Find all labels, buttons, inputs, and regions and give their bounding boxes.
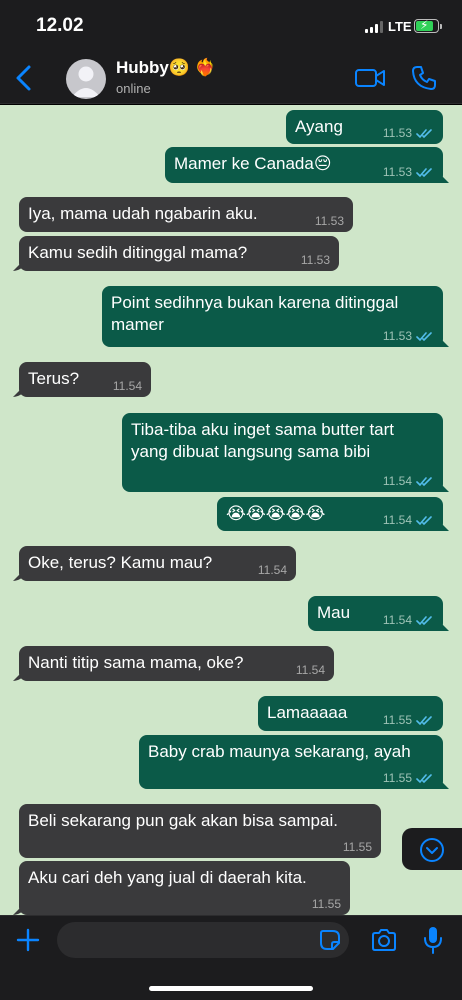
message-text: Oke, terus? Kamu mau?: [28, 553, 213, 572]
message-time: 11.53: [382, 329, 412, 343]
message-text: Mau: [317, 603, 351, 622]
camera-icon: [372, 929, 396, 951]
message-text: Kamu sedih ditinggal mama?: [28, 243, 248, 262]
read-receipt-icon: [416, 715, 432, 725]
message-time: 11.54: [382, 613, 412, 627]
attach-button[interactable]: [14, 926, 42, 954]
message-bubble-outgoing[interactable]: Ayang 11.53: [286, 110, 443, 144]
phone-icon: [412, 66, 436, 90]
message-composer: [0, 915, 462, 1000]
message-time: 11.54: [295, 663, 325, 677]
camera-button[interactable]: [370, 927, 398, 953]
plus-icon: [16, 928, 40, 952]
message-meta: 11.55: [312, 897, 341, 911]
message-bubble-incoming[interactable]: Terus? 11.54: [19, 362, 151, 397]
chat-area[interactable]: Ayang 11.53 Mamer ke Canada😔 11.53 Iya, …: [0, 105, 462, 915]
back-button[interactable]: [10, 60, 40, 96]
message-bubble-incoming[interactable]: Kamu sedih ditinggal mama? 11.53: [19, 236, 339, 271]
message-time: 11.55: [342, 840, 372, 854]
signal-strength-icon: [365, 21, 383, 33]
message-text: Point sedihnya bukan karena ditinggal ma…: [111, 293, 399, 334]
message-meta: 11.54: [383, 613, 434, 627]
message-text: Mamer ke Canada😔: [174, 154, 332, 173]
person-icon: [72, 66, 100, 97]
message-bubble-outgoing[interactable]: Lamaaaaa 11.55: [258, 696, 443, 731]
microphone-button[interactable]: [422, 925, 444, 955]
message-text: Nanti titip sama mama, oke?: [28, 653, 244, 672]
message-time: 11.54: [112, 379, 142, 393]
message-bubble-incoming[interactable]: Beli sekarang pun gak akan bisa sampai. …: [19, 804, 381, 858]
message-bubble-outgoing[interactable]: 😭😭😭😭😭 11.54: [217, 497, 443, 531]
contact-status: online: [116, 81, 151, 96]
read-receipt-icon: [416, 128, 432, 138]
message-text: Baby crab maunya sekarang, ayah: [148, 742, 411, 761]
message-text: Lamaaaaa: [267, 703, 348, 722]
message-time: 11.54: [382, 513, 412, 527]
sticker-icon: [320, 930, 340, 950]
contact-name[interactable]: Hubby🥺 ❤️‍🔥: [116, 58, 216, 78]
message-meta: 11.54: [113, 379, 142, 393]
sticker-button[interactable]: [319, 929, 341, 951]
message-bubble-outgoing[interactable]: Point sedihnya bukan karena ditinggal ma…: [102, 286, 443, 347]
message-meta: 11.55: [383, 771, 434, 785]
message-bubble-outgoing[interactable]: Mamer ke Canada😔 11.53: [165, 147, 443, 183]
video-camera-icon: [355, 69, 385, 87]
message-meta: 11.53: [383, 165, 434, 179]
message-meta: 11.54: [296, 663, 325, 677]
home-indicator: [149, 986, 313, 991]
battery-icon: ⚡: [414, 18, 439, 33]
message-time: 11.54: [257, 563, 287, 577]
microphone-icon: [424, 927, 442, 954]
message-meta: 11.54: [258, 563, 287, 577]
video-call-button[interactable]: [354, 64, 386, 92]
message-bubble-outgoing[interactable]: Baby crab maunya sekarang, ayah 11.55: [139, 735, 443, 789]
message-meta: 11.55: [383, 713, 434, 727]
read-receipt-icon: [416, 515, 432, 525]
avatar[interactable]: [66, 59, 106, 99]
message-bubble-incoming[interactable]: Nanti titip sama mama, oke? 11.54: [19, 646, 334, 681]
message-bubble-incoming[interactable]: Oke, terus? Kamu mau? 11.54: [19, 546, 296, 581]
message-time: 11.53: [382, 126, 412, 140]
network-type: LTE: [388, 19, 412, 34]
message-input[interactable]: [57, 922, 349, 958]
voice-call-button[interactable]: [410, 64, 438, 92]
message-text: Tiba-tiba aku inget sama butter tart yan…: [131, 420, 395, 461]
message-time: 11.53: [300, 253, 330, 267]
message-meta: 11.53: [383, 126, 434, 140]
message-text: Ayang: [295, 117, 343, 136]
message-meta: 11.55: [343, 840, 372, 854]
status-time: 12.02: [36, 15, 84, 36]
chevron-down-circle-icon: [420, 838, 444, 862]
battery-cap: [440, 24, 442, 29]
scroll-to-bottom-button[interactable]: [402, 828, 462, 870]
message-time: 11.53: [314, 214, 344, 228]
read-receipt-icon: [416, 773, 432, 783]
message-time: 11.55: [311, 897, 341, 911]
read-receipt-icon: [416, 167, 432, 177]
chevron-left-icon: [16, 65, 31, 91]
message-text: Iya, mama udah ngabarin aku.: [28, 204, 258, 223]
message-meta: 11.54: [383, 474, 434, 488]
message-time: 11.53: [382, 165, 412, 179]
chat-header: Hubby🥺 ❤️‍🔥 online: [0, 52, 462, 104]
message-bubble-incoming[interactable]: Iya, mama udah ngabarin aku. 11.53: [19, 197, 353, 232]
message-text: 😭😭😭😭😭: [226, 504, 326, 523]
message-time: 11.55: [382, 713, 412, 727]
message-meta: 11.54: [383, 513, 434, 527]
message-bubble-incoming[interactable]: Aku cari deh yang jual di daerah kita. 1…: [19, 861, 350, 915]
message-text: Beli sekarang pun gak akan bisa sampai.: [28, 811, 338, 830]
message-meta: 11.53: [383, 329, 434, 343]
message-meta: 11.53: [315, 214, 344, 228]
message-text: Terus?: [28, 369, 80, 388]
message-bubble-outgoing[interactable]: Tiba-tiba aku inget sama butter tart yan…: [122, 413, 443, 492]
message-time: 11.54: [382, 474, 412, 488]
read-receipt-icon: [416, 615, 432, 625]
message-time: 11.55: [382, 771, 412, 785]
read-receipt-icon: [416, 476, 432, 486]
read-receipt-icon: [416, 331, 432, 341]
message-meta: 11.53: [301, 253, 330, 267]
message-text: Aku cari deh yang jual di daerah kita.: [28, 868, 307, 887]
status-bar: 12.02 LTE ⚡: [0, 0, 462, 52]
message-bubble-outgoing[interactable]: Mau 11.54: [308, 596, 443, 631]
